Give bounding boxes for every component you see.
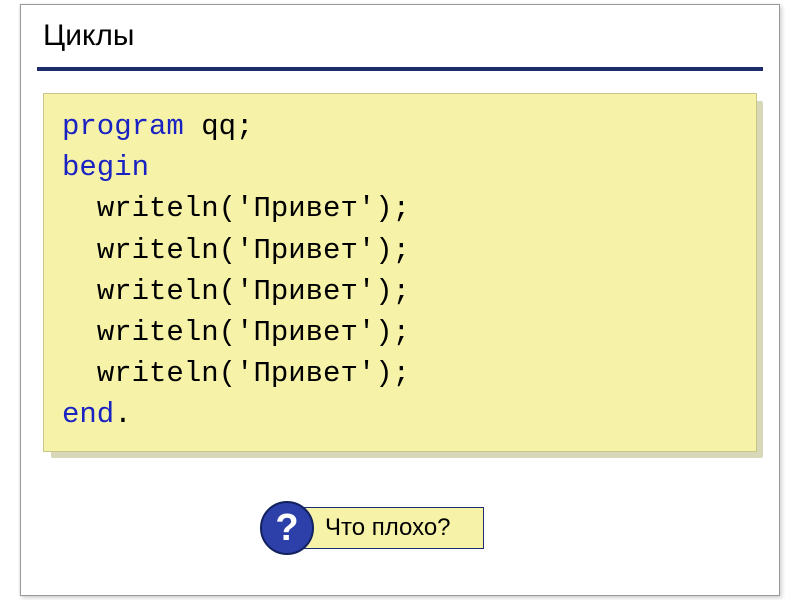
code-line: program qq; bbox=[62, 106, 738, 147]
callout-text: Что плохо? bbox=[325, 514, 451, 542]
code-line: writeln('Привет'); bbox=[62, 188, 738, 229]
code-block: program qq; begin writeln('Привет'); wri… bbox=[43, 93, 757, 452]
keyword-program: program bbox=[62, 110, 184, 143]
question-badge: ? bbox=[260, 501, 314, 555]
code-line: begin bbox=[62, 147, 738, 188]
slide-title: Циклы bbox=[43, 19, 757, 53]
indent bbox=[62, 234, 97, 267]
code-line: writeln('Привет'); bbox=[62, 353, 738, 394]
callout-box: Что плохо? bbox=[294, 507, 484, 549]
code-line: writeln('Привет'); bbox=[62, 230, 738, 271]
code-line: writeln('Привет'); bbox=[62, 271, 738, 312]
question-mark-icon: ? bbox=[275, 509, 298, 547]
code-text: writeln('Привет'); bbox=[97, 192, 410, 225]
code-text: writeln('Привет'); bbox=[97, 316, 410, 349]
code-box: program qq; begin writeln('Привет'); wri… bbox=[43, 93, 757, 452]
title-area: Циклы bbox=[21, 5, 779, 61]
code-line: writeln('Привет'); bbox=[62, 312, 738, 353]
indent bbox=[62, 316, 97, 349]
code-text: qq; bbox=[184, 110, 254, 143]
title-underline bbox=[37, 67, 763, 71]
keyword-end: end bbox=[62, 398, 114, 431]
code-text: writeln('Привет'); bbox=[97, 357, 410, 390]
indent bbox=[62, 357, 97, 390]
code-text: . bbox=[114, 398, 131, 431]
callout: Что плохо? ? bbox=[260, 501, 500, 561]
indent bbox=[62, 192, 97, 225]
code-line: end. bbox=[62, 394, 738, 435]
keyword-begin: begin bbox=[62, 151, 149, 184]
code-text: writeln('Привет'); bbox=[97, 234, 410, 267]
code-text: writeln('Привет'); bbox=[97, 275, 410, 308]
indent bbox=[62, 275, 97, 308]
